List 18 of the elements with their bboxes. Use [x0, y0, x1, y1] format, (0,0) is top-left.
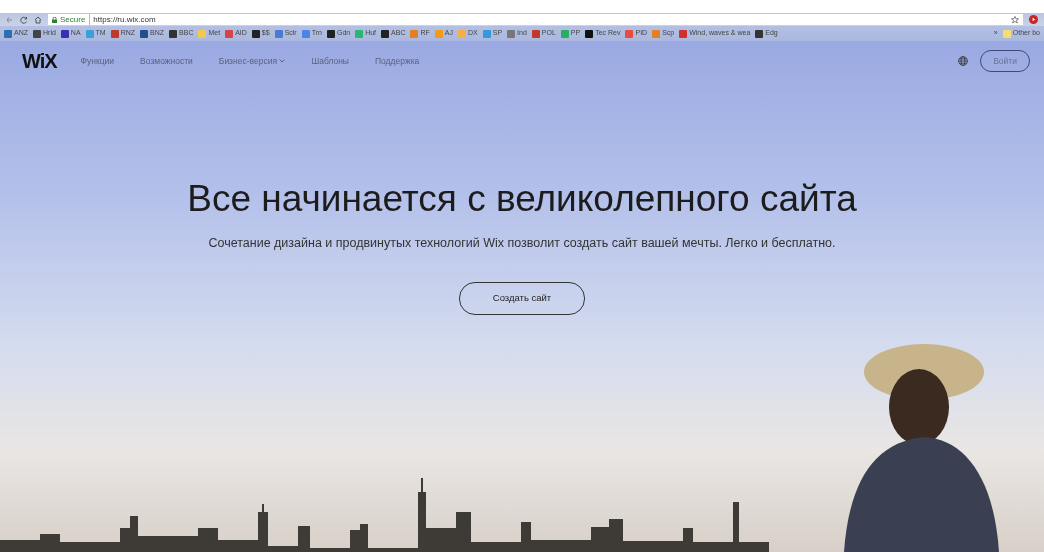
lock-icon [52, 16, 57, 23]
security-label: Secure [60, 13, 91, 26]
reload-icon[interactable] [20, 15, 28, 24]
nav-link[interactable]: Бизнес-версия [218, 54, 286, 68]
site-logo[interactable]: WiX [22, 46, 57, 76]
subheadline: Сочетание дизайна и продвинутых технологий Wix позволит создать сайт вашей мечты. Легко и бесплатно. [208, 234, 836, 252]
url-text: https://ru.wix.com [93, 13, 156, 26]
extension-icon[interactable] [1029, 15, 1038, 24]
create-site-button[interactable]: Создать сайт [458, 282, 586, 315]
address-bar[interactable]: Secure https://ru.wix.com [48, 14, 1023, 25]
nav-link[interactable]: Функции [80, 54, 115, 68]
nav-link[interactable]: Поддержка [374, 54, 420, 68]
home-icon[interactable] [34, 15, 42, 24]
star-icon[interactable] [1011, 15, 1019, 24]
headline: Все начинается с великолепного сайта [187, 179, 857, 220]
nav-link[interactable]: Шаблоны [311, 54, 349, 68]
globe-icon[interactable] [958, 56, 969, 66]
nav-link[interactable]: Возможности [140, 54, 193, 68]
